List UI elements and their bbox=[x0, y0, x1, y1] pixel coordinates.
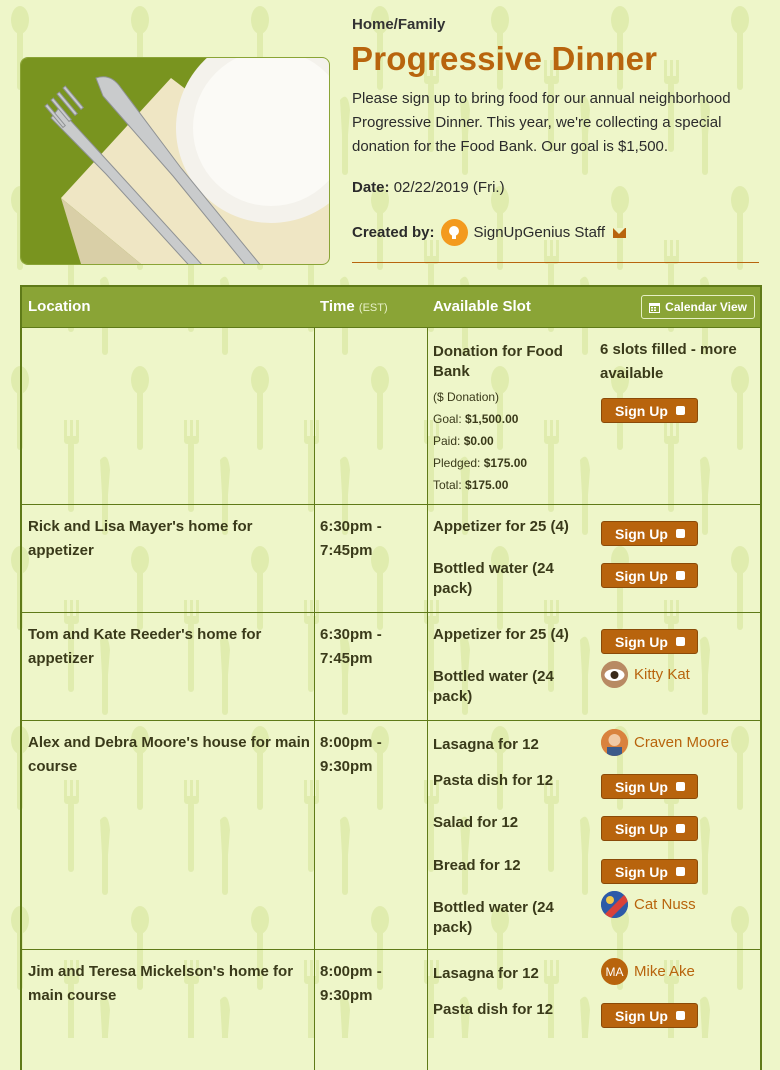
sign-up-button[interactable]: Sign Up bbox=[601, 816, 698, 841]
date-label: Date: bbox=[352, 179, 390, 196]
slot-item: Pasta dish for 12 bbox=[433, 1001, 554, 1018]
slot-item: Lasagna for 12 bbox=[433, 965, 539, 982]
col-time-label: Time bbox=[320, 298, 355, 315]
checkbox-icon bbox=[675, 529, 685, 538]
calendar-icon bbox=[649, 302, 661, 313]
checkbox-icon bbox=[675, 571, 685, 580]
time: 6:30pm - 7:45pm bbox=[320, 518, 382, 559]
event-description: Please sign up to bring food for our ann… bbox=[352, 90, 731, 155]
col-time-tz: (EST) bbox=[358, 302, 388, 314]
calendar-view-button[interactable]: Calendar View bbox=[641, 295, 755, 319]
checkbox-icon bbox=[675, 637, 685, 646]
donation-paid: Paid: $0.00 bbox=[433, 434, 494, 448]
slot-item: Lasagna for 12 bbox=[433, 736, 539, 753]
table-row: Rick and Lisa Mayer's home for appetizer… bbox=[22, 504, 760, 612]
person-name: Cat Nuss bbox=[634, 896, 696, 913]
created-by: Created by: SignUpGenius Staff bbox=[352, 219, 627, 246]
avatar bbox=[601, 661, 628, 688]
signed-up-person[interactable]: MA Mike Ake bbox=[601, 958, 695, 985]
category-label: Home/Family bbox=[352, 16, 446, 33]
avatar: MA bbox=[601, 958, 628, 985]
donation-type: ($ Donation) bbox=[433, 390, 500, 404]
signed-up-person[interactable]: Kitty Kat bbox=[601, 661, 690, 688]
location: Jim and Teresa Mickelson's home for main… bbox=[28, 963, 294, 1004]
slot-item: Bread for 12 bbox=[433, 857, 521, 874]
avatar bbox=[601, 729, 628, 756]
table-row: Alex and Debra Moore's house for main co… bbox=[22, 720, 760, 949]
signed-up-person[interactable]: Craven Moore bbox=[601, 729, 729, 756]
checkbox-icon bbox=[675, 782, 685, 791]
time: 8:00pm - 9:30pm bbox=[320, 963, 382, 1004]
sign-up-button[interactable]: Sign Up bbox=[601, 1003, 698, 1028]
col-location: Location bbox=[28, 298, 91, 315]
page-title: Progressive Dinner bbox=[351, 40, 658, 77]
sign-up-button[interactable]: Sign Up bbox=[601, 398, 698, 423]
slot-item: Pasta dish for 12 bbox=[433, 772, 554, 789]
event-image bbox=[20, 57, 330, 265]
location: Rick and Lisa Mayer's home for appetizer bbox=[28, 518, 253, 559]
donation-slot: Donation for Food Bank ($ Donation) Goal… bbox=[433, 342, 593, 496]
sign-up-button[interactable]: Sign Up bbox=[601, 521, 698, 546]
donation-total: Total: $175.00 bbox=[433, 478, 509, 492]
calendar-view-label: Calendar View bbox=[665, 300, 747, 314]
created-by-label: Created by: bbox=[352, 224, 435, 241]
donation-pledged: Pledged: $175.00 bbox=[433, 456, 528, 470]
location: Tom and Kate Reeder's home for appetizer bbox=[28, 626, 262, 667]
table-row-donation: Donation for Food Bank ($ Donation) Goal… bbox=[22, 327, 760, 504]
date-value: 02/22/2019 (Fri.) bbox=[393, 179, 505, 196]
donation-title: Donation for Food Bank bbox=[433, 343, 563, 380]
event-date: Date: 02/22/2019 (Fri.) bbox=[352, 179, 505, 196]
person-name: Mike Ake bbox=[634, 963, 695, 980]
signed-up-person[interactable]: Cat Nuss bbox=[601, 891, 696, 918]
col-time: Time (EST) bbox=[320, 298, 388, 315]
person-name: Craven Moore bbox=[634, 734, 730, 751]
sign-up-button[interactable]: Sign Up bbox=[601, 629, 698, 654]
time: 6:30pm - 7:45pm bbox=[320, 626, 382, 667]
location: Alex and Debra Moore's house for main co… bbox=[28, 734, 310, 775]
slot-item: Salad for 12 bbox=[433, 814, 519, 831]
table-row: Jim and Teresa Mickelson's home for main… bbox=[22, 949, 760, 1070]
col-slot: Available Slot bbox=[433, 298, 531, 315]
checkbox-icon bbox=[675, 824, 685, 833]
sign-up-button[interactable]: Sign Up bbox=[601, 859, 698, 884]
slot-item: Appetizer for 25 (4) bbox=[433, 626, 569, 643]
donation-goal: Goal: $1,500.00 bbox=[433, 412, 519, 426]
table-row: Tom and Kate Reeder's home for appetizer… bbox=[22, 612, 760, 720]
signupgenius-logo-icon bbox=[440, 219, 468, 246]
sign-up-button[interactable]: Sign Up bbox=[601, 563, 698, 588]
mail-icon[interactable] bbox=[613, 227, 627, 238]
signup-table: Location Time (EST) Available Slot Calen… bbox=[20, 285, 762, 1070]
time: 8:00pm - 9:30pm bbox=[320, 734, 382, 775]
table-header: Location Time (EST) Available Slot Calen… bbox=[22, 287, 760, 327]
creator-name[interactable]: SignUpGenius Staff bbox=[474, 224, 605, 241]
divider bbox=[352, 262, 759, 263]
checkbox-icon bbox=[675, 867, 685, 876]
avatar bbox=[601, 891, 628, 918]
person-name: Kitty Kat bbox=[634, 666, 690, 683]
slot-item: Bottled water (24 pack) bbox=[433, 899, 554, 936]
slot-item: Bottled water (24 pack) bbox=[433, 668, 554, 705]
checkbox-icon bbox=[675, 406, 685, 415]
sign-up-button[interactable]: Sign Up bbox=[601, 774, 698, 799]
slot-item: Appetizer for 25 (4) bbox=[433, 518, 569, 535]
checkbox-icon bbox=[675, 1011, 685, 1020]
slots-status: 6 slots filled - more available bbox=[600, 341, 737, 382]
slot-item: Bottled water (24 pack) bbox=[433, 560, 554, 597]
